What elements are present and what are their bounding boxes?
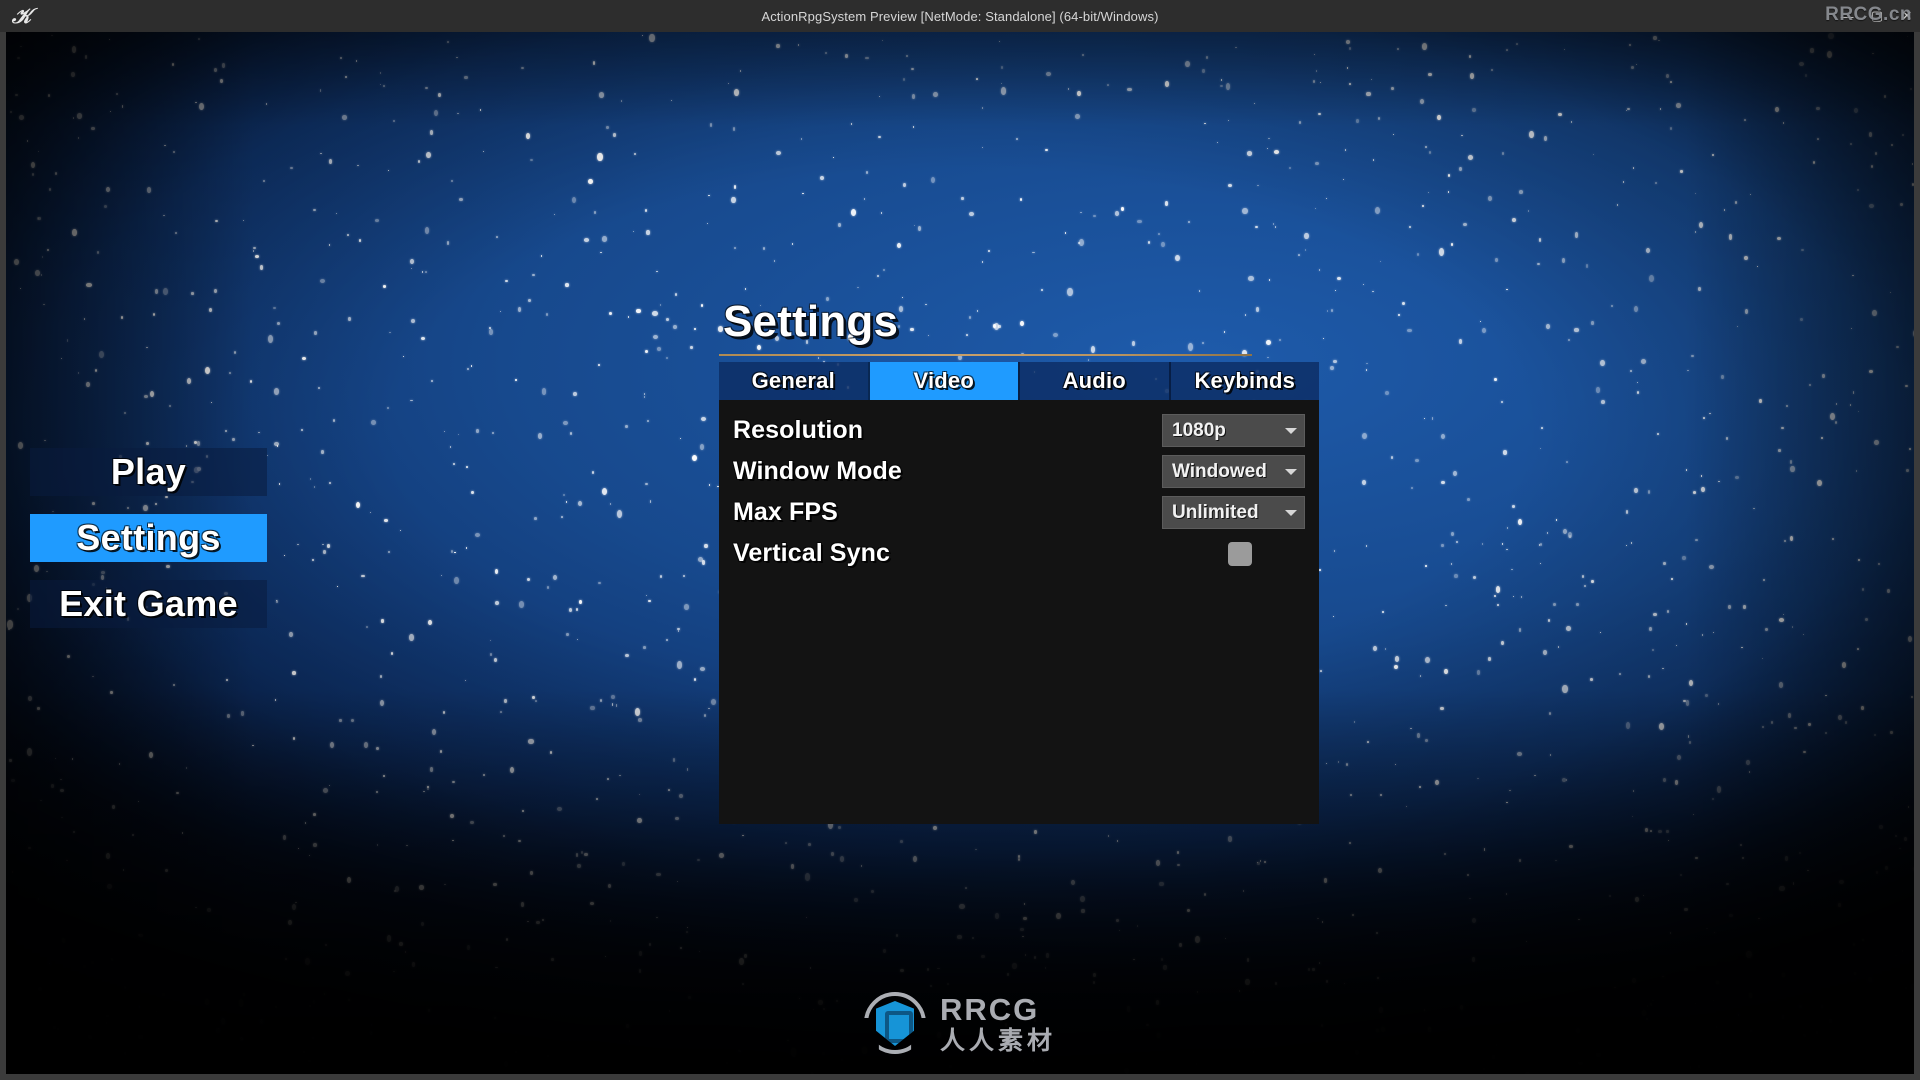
- resolution-dropdown[interactable]: 1080p: [1162, 414, 1305, 447]
- tab-audio[interactable]: Audio: [1018, 362, 1169, 400]
- settings-panel: Settings General Video Audio Keybinds Re…: [719, 300, 1319, 824]
- close-icon[interactable]: ✕: [1900, 8, 1914, 24]
- settings-tabbar: General Video Audio Keybinds: [719, 362, 1319, 400]
- minimize-icon[interactable]: —: [1840, 9, 1854, 24]
- menu-item-settings[interactable]: Settings: [30, 514, 267, 562]
- main-menu: Play Settings Exit Game: [30, 448, 267, 646]
- max-fps-dropdown[interactable]: Unlimited: [1162, 496, 1305, 529]
- setting-label: Max FPS: [733, 498, 838, 526]
- dropdown-value: Unlimited: [1172, 502, 1259, 523]
- menu-item-label: Settings: [76, 517, 221, 558]
- menu-item-label: Play: [110, 451, 187, 492]
- menu-item-play[interactable]: Play: [30, 448, 267, 496]
- tab-general[interactable]: General: [719, 362, 868, 400]
- vertical-sync-checkbox[interactable]: [1228, 541, 1252, 566]
- setting-label: Vertical Sync: [733, 539, 890, 567]
- dropdown-value: 1080p: [1172, 420, 1226, 441]
- chevron-down-icon: [1285, 468, 1297, 475]
- window-titlebar: 𝒦 ActionRpgSystem Preview [NetMode: Stan…: [0, 0, 1920, 32]
- maximize-icon[interactable]: ▢: [1870, 8, 1884, 24]
- setting-label: Window Mode: [733, 457, 902, 485]
- game-window: 𝒦 ActionRpgSystem Preview [NetMode: Stan…: [0, 0, 1920, 1080]
- window-controls: — ▢ ✕: [1840, 0, 1914, 32]
- setting-row-resolution: Resolution 1080p: [733, 410, 1305, 451]
- window-mode-dropdown[interactable]: Windowed: [1162, 455, 1305, 488]
- window-title: ActionRpgSystem Preview [NetMode: Standa…: [761, 8, 1159, 24]
- dropdown-value: Windowed: [1172, 461, 1267, 482]
- game-viewport: Play Settings Exit Game Settings General…: [6, 32, 1914, 1074]
- setting-label: Resolution: [733, 416, 864, 444]
- title-divider: [719, 354, 1252, 356]
- tab-keybinds[interactable]: Keybinds: [1168, 362, 1320, 400]
- setting-row-window-mode: Window Mode Windowed: [733, 451, 1305, 492]
- menu-item-exit-game[interactable]: Exit Game: [30, 580, 267, 628]
- settings-title: Settings: [723, 297, 899, 346]
- menu-item-label: Exit Game: [59, 583, 238, 624]
- setting-row-max-fps: Max FPS Unlimited: [733, 492, 1305, 533]
- chevron-down-icon: [1285, 509, 1297, 516]
- settings-content-panel: Resolution 1080p Window Mode Windowed Ma…: [719, 400, 1319, 824]
- tab-video[interactable]: Video: [867, 362, 1018, 400]
- setting-row-vertical-sync: Vertical Sync: [733, 533, 1305, 574]
- chevron-down-icon: [1285, 427, 1297, 434]
